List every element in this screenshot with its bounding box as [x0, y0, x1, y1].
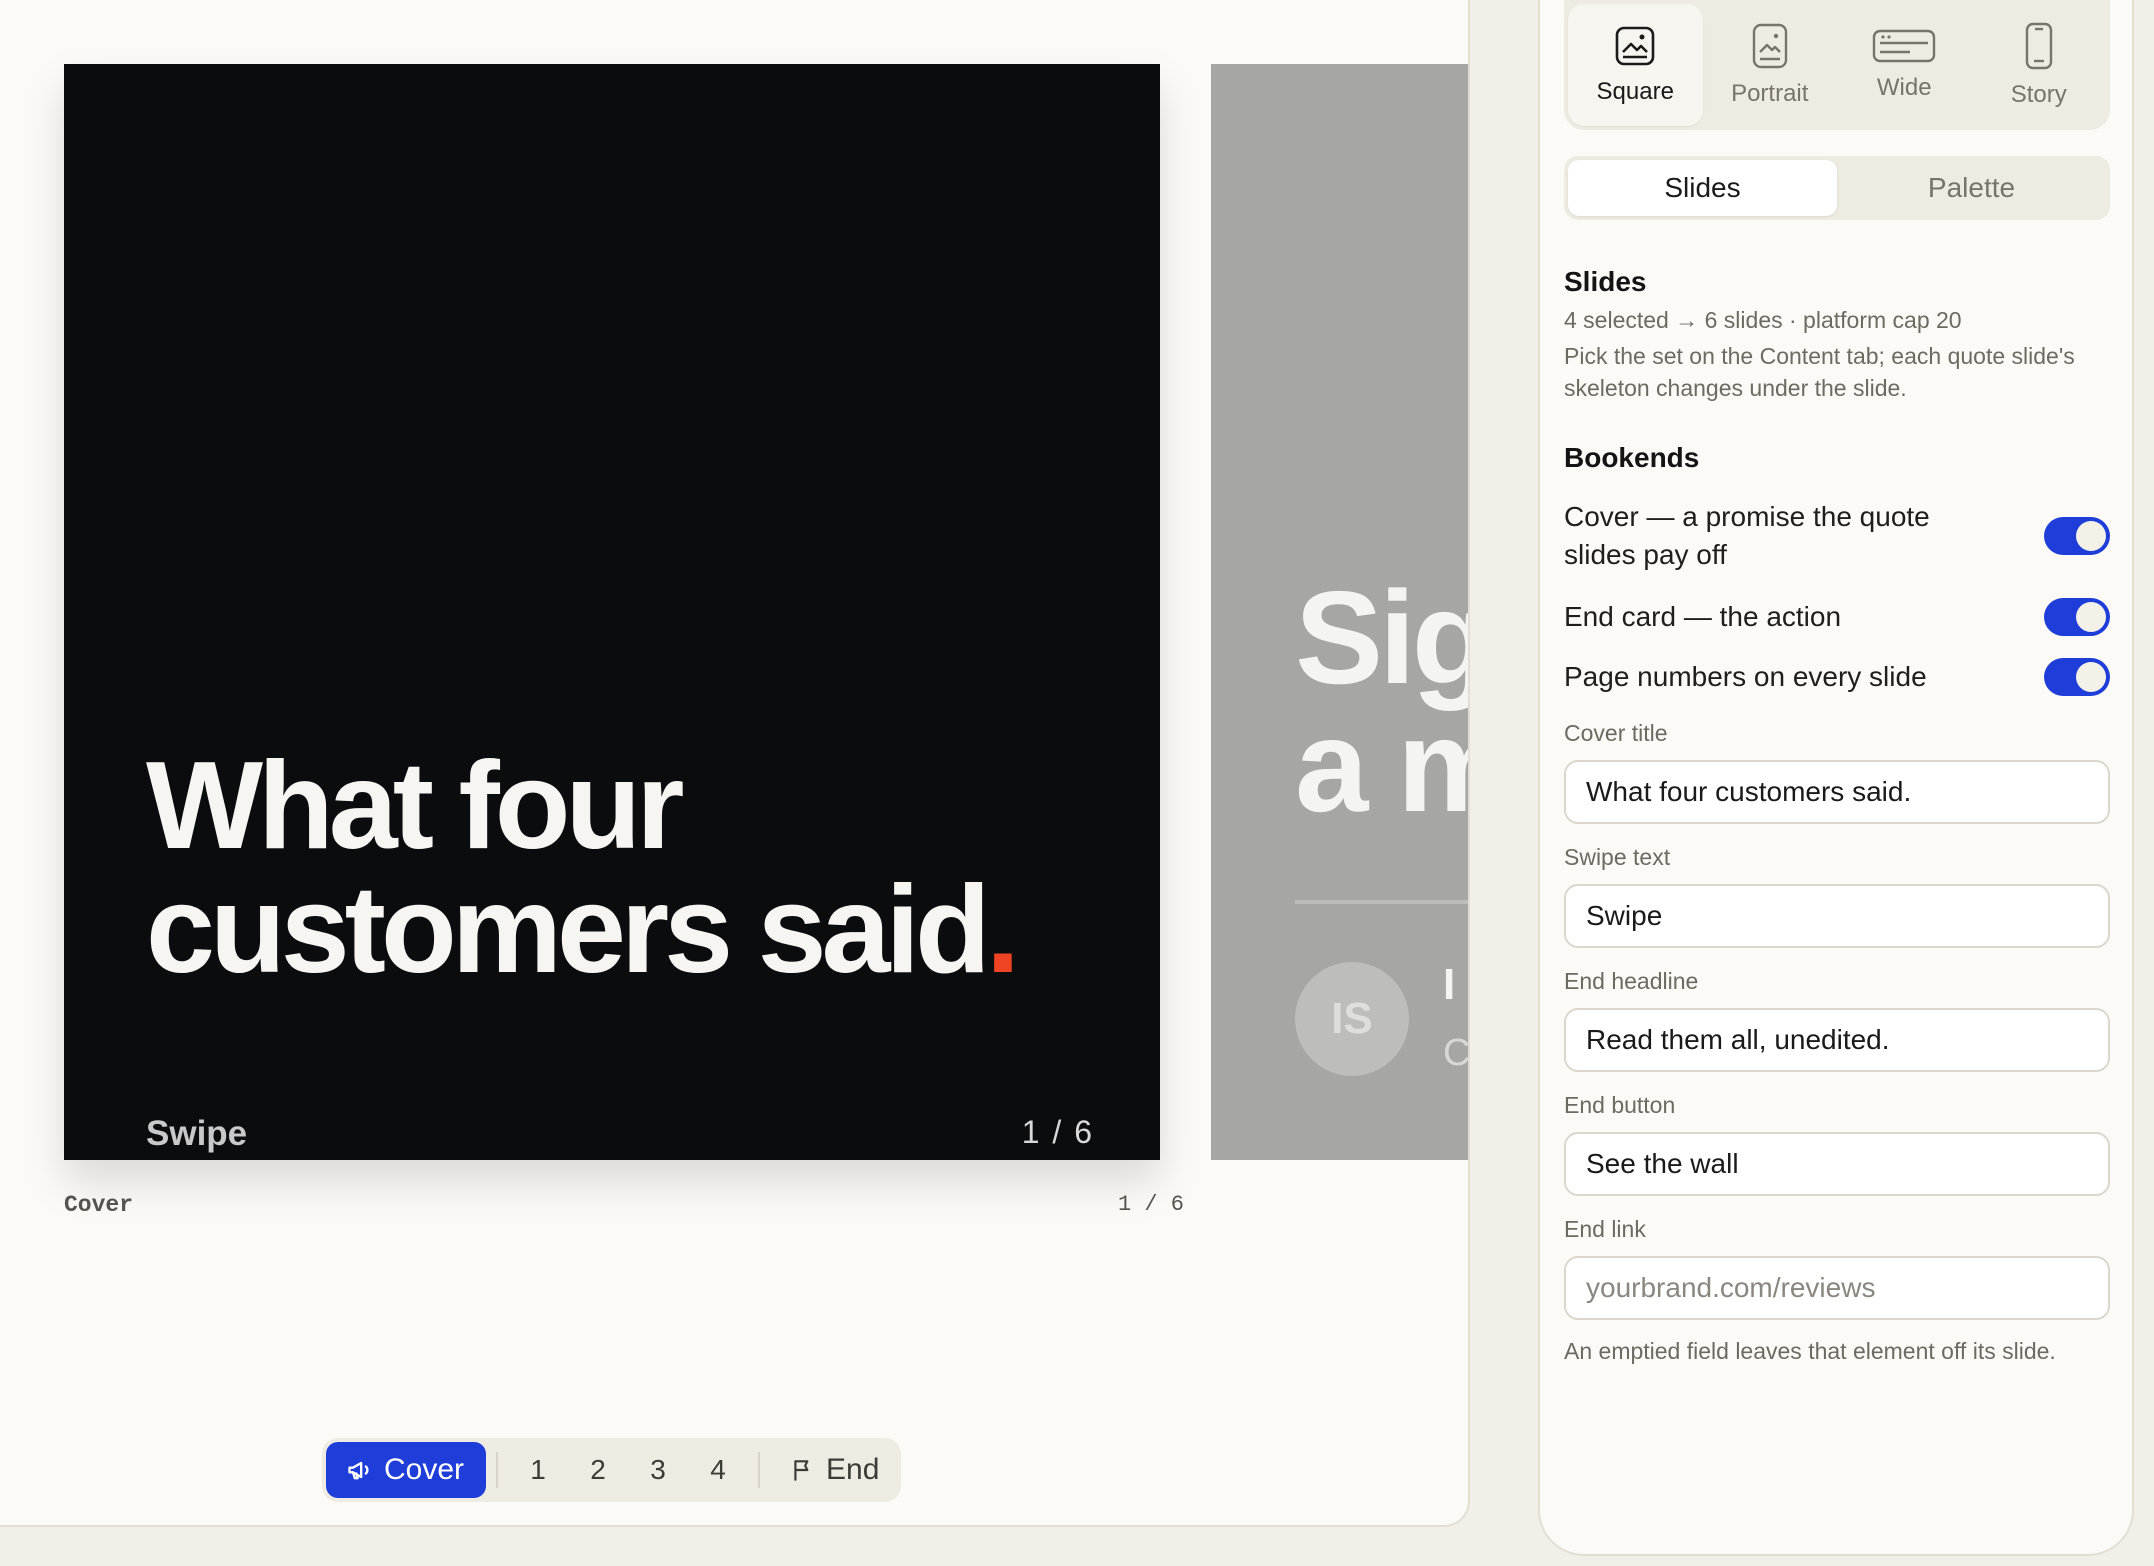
wide-format-icon [1873, 29, 1936, 63]
format-tab-label: Story [2010, 81, 2067, 108]
toggle-cover-label: Cover — a promise the quote slides pay o… [1564, 501, 1930, 570]
format-tab-label: Portrait [1731, 80, 1809, 107]
settings-panel: Square Portrait Wide Story Slides Palett… [1538, 0, 2134, 1556]
megaphone-icon [348, 1461, 369, 1480]
slides-section-title: Slides [1564, 266, 1647, 297]
cover-slide-title: What four customers said. [146, 744, 1106, 992]
pager-slide-2[interactable]: 2 [568, 1454, 628, 1486]
portrait-format-icon [1752, 23, 1787, 69]
pager-slide-3[interactable]: 3 [628, 1454, 688, 1486]
pager-end-button[interactable]: End [770, 1453, 879, 1487]
slides-count-meta: 4 selected → 6 slides · platform cap 20 [1564, 307, 1962, 333]
end-button-input[interactable] [1564, 1132, 2110, 1196]
toggle-end-card-label: End card — the action [1564, 601, 1842, 632]
end-link-label: End link [1564, 1216, 1646, 1242]
bookends-section-title: Bookends [1564, 442, 1700, 473]
format-tab-square[interactable]: Square [1568, 4, 1703, 126]
toggle-row-page-numbers: Page numbers on every slide [1564, 658, 2110, 696]
cover-title-dot: . [985, 861, 1021, 999]
cover-title-line-2: customers said [146, 861, 991, 999]
toggle-row-end-card: End card — the action [1564, 598, 2110, 636]
cover-title-label: Cover title [1564, 720, 1668, 746]
format-selector: Square Portrait Wide Story [1564, 0, 2110, 130]
next-slide-author-role: C [1443, 1032, 1470, 1074]
pager-cover-label: Cover [384, 1453, 465, 1486]
pager-end-label: End [826, 1453, 880, 1486]
pager-divider [758, 1452, 761, 1488]
next-slide-preview[interactable]: Sig a m IS I C [1211, 64, 1470, 1160]
panel-footnote: An emptied field leaves that element off… [1564, 1338, 2056, 1364]
format-tab-portrait[interactable]: Portrait [1703, 4, 1838, 126]
pager-slide-1[interactable]: 1 [508, 1454, 568, 1486]
cover-page-number: 1 / 6 [1021, 1114, 1094, 1150]
cover-slide[interactable]: What four customers said. Swipe 1 / 6 [64, 64, 1160, 1160]
story-format-icon [2025, 22, 2052, 70]
panel-tabs: Slides Palette [1564, 156, 2110, 220]
end-headline-input[interactable] [1564, 1008, 2110, 1072]
next-slide-author-name: I [1443, 960, 1456, 1009]
next-heading-line-2: a m [1295, 692, 1468, 839]
toggle-row-cover: Cover — a promise the quote slides pay o… [1564, 498, 2110, 574]
page-numbers-toggle[interactable] [2044, 658, 2110, 696]
toggle-page-numbers-label: Page numbers on every slide [1564, 661, 1927, 692]
slide-pager: Cover 1 2 3 4 End [322, 1438, 902, 1502]
format-tab-story[interactable]: Story [1972, 4, 2107, 126]
square-format-icon [1615, 26, 1655, 66]
tab-palette[interactable]: Palette [1837, 160, 2106, 216]
swipe-text-input[interactable] [1564, 884, 2110, 948]
pager-cover-button[interactable]: Cover [326, 1442, 487, 1498]
slide-caption-label: Cover [64, 1192, 134, 1218]
avatar: IS [1295, 962, 1409, 1076]
cover-swipe-text: Swipe [146, 1114, 248, 1153]
next-slide-divider [1295, 900, 1468, 904]
tab-slides[interactable]: Slides [1568, 160, 1837, 216]
format-tab-label: Square [1596, 78, 1674, 105]
cover-title-input[interactable] [1564, 760, 2110, 824]
end-card-toggle[interactable] [2044, 598, 2110, 636]
slides-help-text: Pick the set on the Content tab; each qu… [1564, 343, 2075, 401]
format-tab-label: Wide [1876, 74, 1932, 101]
pager-slide-4[interactable]: 4 [688, 1454, 748, 1486]
end-button-label: End button [1564, 1092, 1676, 1118]
next-slide-heading: Sig a m [1295, 572, 1468, 832]
next-heading-line-1: Sig [1295, 564, 1470, 711]
slide-caption-number: 1 / 6 [1118, 1192, 1185, 1217]
cover-title-line-1: What four [146, 737, 685, 875]
end-link-input[interactable] [1564, 1256, 2110, 1320]
cover-toggle[interactable] [2044, 517, 2110, 555]
pager-divider [496, 1452, 499, 1488]
end-headline-label: End headline [1564, 968, 1699, 994]
format-tab-wide[interactable]: Wide [1837, 4, 1972, 126]
swipe-text-label: Swipe text [1564, 844, 1671, 870]
flag-icon [794, 1460, 809, 1481]
slide-canvas: What four customers said. Swipe 1 / 6 Co… [0, 0, 1470, 1527]
